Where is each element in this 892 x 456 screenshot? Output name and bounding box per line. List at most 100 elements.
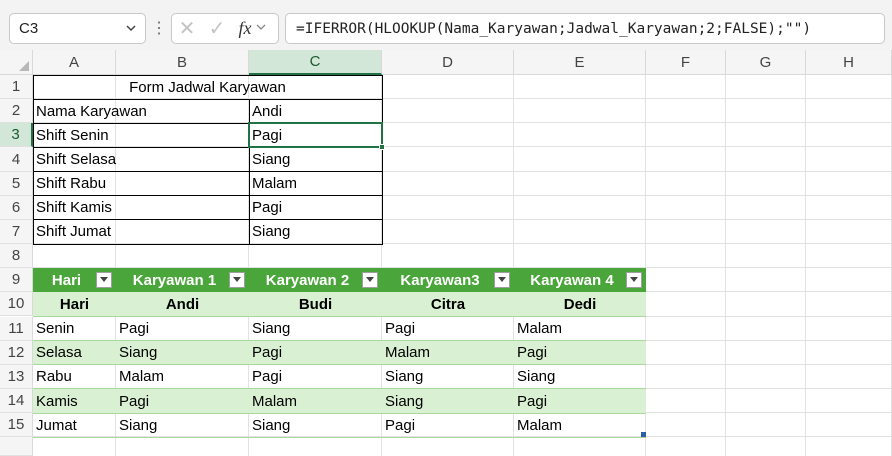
row-header-7[interactable]: 7 bbox=[0, 219, 33, 245]
name-box-value: C3 bbox=[19, 20, 39, 37]
row-header-12[interactable]: 12 bbox=[0, 340, 33, 365]
formula-controls: ✕ ✓ fx bbox=[171, 13, 279, 44]
row-header-1[interactable]: 1 bbox=[0, 75, 33, 100]
form-border bbox=[33, 171, 383, 173]
filter-dropdown-icon[interactable] bbox=[626, 272, 642, 289]
form-value[interactable]: Malam bbox=[249, 172, 382, 196]
table-cell[interactable]: Pagi bbox=[382, 317, 514, 341]
form-value[interactable]: Andi bbox=[249, 99, 382, 123]
row-header-8[interactable]: 8 bbox=[0, 244, 33, 269]
row-header-15[interactable]: 15 bbox=[0, 413, 33, 438]
table-name-cell[interactable]: Budi bbox=[249, 292, 382, 316]
formula-bar: C3 ⋮ ✕ ✓ fx =IFERROR(HLOOKUP(Nama_Karyaw… bbox=[0, 0, 892, 56]
form-label: Shift Kamis bbox=[36, 199, 112, 217]
chevron-down-icon[interactable] bbox=[125, 22, 137, 37]
enter-icon[interactable]: ✓ bbox=[202, 16, 232, 41]
form-border bbox=[249, 99, 250, 245]
form-border bbox=[33, 98, 383, 100]
form-value[interactable]: Siang bbox=[249, 147, 382, 171]
form-label: Shift Rabu bbox=[36, 175, 107, 193]
table-cell[interactable]: Rabu bbox=[33, 365, 116, 389]
filter-dropdown-icon[interactable] bbox=[362, 272, 378, 289]
name-box[interactable]: C3 bbox=[9, 13, 146, 44]
form-value[interactable]: Siang bbox=[249, 220, 382, 244]
table-name-cell[interactable]: Hari bbox=[33, 292, 116, 316]
table-cell[interactable]: Pagi bbox=[382, 413, 514, 437]
table-cell[interactable]: Pagi bbox=[249, 365, 382, 389]
insert-function-icon[interactable]: fx bbox=[232, 18, 258, 39]
row-header-14[interactable]: 14 bbox=[0, 388, 33, 414]
form-border bbox=[33, 75, 34, 245]
table-cell[interactable]: Malam bbox=[382, 341, 514, 365]
row-header-2[interactable]: 2 bbox=[0, 99, 33, 124]
table-cell[interactable]: Siang bbox=[116, 413, 249, 437]
table-cell[interactable]: Malam bbox=[514, 413, 646, 437]
column-header-d[interactable]: D bbox=[382, 50, 514, 75]
form-label: Shift Senin bbox=[36, 126, 109, 144]
column-header-e[interactable]: E bbox=[514, 50, 646, 75]
form-label: Shift Jumat bbox=[36, 223, 112, 241]
form-border bbox=[33, 195, 383, 197]
column-header-g[interactable]: G bbox=[726, 50, 806, 75]
table-cell[interactable]: Jumat bbox=[33, 413, 116, 437]
table-cell[interactable]: Senin bbox=[33, 317, 116, 341]
table-rule bbox=[33, 340, 646, 342]
filter-dropdown-icon[interactable] bbox=[494, 272, 510, 289]
row-header-16 bbox=[0, 437, 33, 456]
gridline bbox=[805, 50, 806, 456]
gridline bbox=[725, 50, 726, 456]
table-rule bbox=[33, 364, 646, 366]
form-label: Nama Karyawan bbox=[36, 102, 147, 120]
table-cell[interactable]: Siang bbox=[382, 365, 514, 389]
table-cell[interactable]: Selasa bbox=[33, 341, 116, 365]
table-cell[interactable]: Siang bbox=[116, 341, 249, 365]
table-cell[interactable]: Siang bbox=[382, 389, 514, 413]
row-header-9[interactable]: 9 bbox=[0, 268, 33, 293]
form-border bbox=[382, 75, 383, 245]
column-header-c[interactable]: C bbox=[249, 50, 382, 75]
table-cell[interactable]: Pagi bbox=[249, 341, 382, 365]
form-border bbox=[33, 243, 383, 245]
selected-cell-outline[interactable] bbox=[248, 122, 383, 149]
fill-handle[interactable] bbox=[379, 144, 385, 151]
table-rule bbox=[33, 316, 646, 317]
cancel-icon[interactable]: ✕ bbox=[172, 16, 202, 41]
row-header-3[interactable]: 3 bbox=[0, 123, 33, 148]
table-cell[interactable]: Kamis bbox=[33, 389, 116, 413]
table-name-cell[interactable]: Citra bbox=[382, 292, 514, 316]
filter-dropdown-icon[interactable] bbox=[229, 272, 245, 289]
table-name-cell[interactable]: Dedi bbox=[514, 292, 646, 316]
form-border bbox=[33, 219, 383, 221]
column-header-h[interactable]: H bbox=[806, 50, 892, 75]
table-rule bbox=[33, 388, 646, 390]
chevron-down-icon[interactable] bbox=[256, 22, 266, 35]
more-options-icon[interactable]: ⋮ bbox=[151, 18, 167, 38]
select-all-corner[interactable] bbox=[0, 50, 33, 75]
row-header-5[interactable]: 5 bbox=[0, 171, 33, 196]
filter-dropdown-icon[interactable] bbox=[96, 272, 112, 289]
table-cell[interactable]: Siang bbox=[249, 317, 382, 341]
formula-input[interactable]: =IFERROR(HLOOKUP(Nama_Karyawan;Jadwal_Ka… bbox=[285, 13, 885, 44]
row-header-6[interactable]: 6 bbox=[0, 195, 33, 220]
table-name-cell[interactable]: Andi bbox=[116, 292, 249, 316]
row-header-11[interactable]: 11 bbox=[0, 316, 33, 341]
table-cell[interactable]: Siang bbox=[514, 365, 646, 389]
column-header-b[interactable]: B bbox=[116, 50, 249, 75]
table-cell[interactable]: Pagi bbox=[116, 389, 249, 413]
table-cell[interactable]: Pagi bbox=[514, 341, 646, 365]
form-value[interactable]: Pagi bbox=[249, 196, 382, 220]
table-cell[interactable]: Pagi bbox=[116, 317, 249, 341]
row-header-4[interactable]: 4 bbox=[0, 147, 33, 172]
table-cell[interactable]: Malam bbox=[249, 389, 382, 413]
table-cell[interactable]: Malam bbox=[514, 317, 646, 341]
table-rule bbox=[33, 412, 646, 414]
table-cell[interactable]: Malam bbox=[116, 365, 249, 389]
column-header-f[interactable]: F bbox=[646, 50, 726, 75]
table-cell[interactable]: Pagi bbox=[514, 389, 646, 413]
form-title: Form Jadwal Karyawan bbox=[129, 78, 286, 96]
row-header-13[interactable]: 13 bbox=[0, 364, 33, 389]
table-cell[interactable]: Siang bbox=[249, 413, 382, 437]
table-resize-handle[interactable] bbox=[641, 432, 646, 438]
column-header-a[interactable]: A bbox=[33, 50, 116, 75]
row-header-10[interactable]: 10 bbox=[0, 292, 33, 317]
